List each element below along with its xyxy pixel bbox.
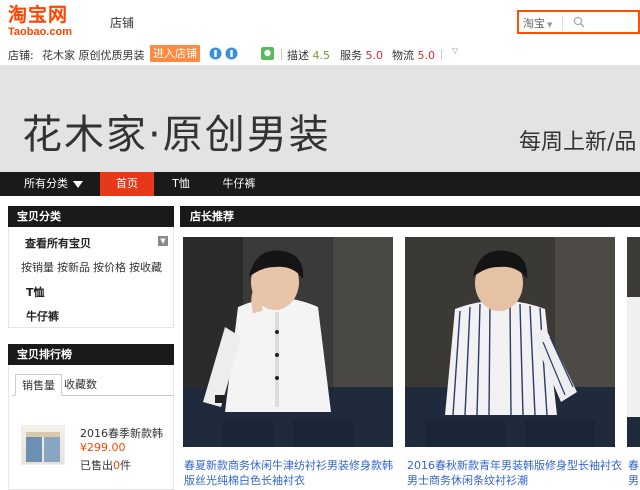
shop-tab[interactable]: 店铺 <box>110 14 134 31</box>
divider <box>281 49 282 60</box>
shop-nav: 所有分类 首页 T恤 牛仔裤 <box>0 172 640 196</box>
sort-by-new[interactable]: 按新品 <box>57 261 90 274</box>
model-shirt-image <box>627 237 640 447</box>
top-bar: 淘宝网 Taobao.com 店铺 淘宝 ▼ <box>0 0 640 42</box>
logo-text: 淘宝网 <box>8 4 69 26</box>
product-title-line1: 春夏新款商务休闲牛津纺衬衫男装修身款韩 <box>184 459 393 472</box>
ranking-item-thumbnail[interactable] <box>21 425 65 465</box>
divider <box>441 49 442 60</box>
desc-score: 4.5 <box>312 49 331 62</box>
sold-suffix: 件 <box>120 459 131 472</box>
caret-down-icon <box>73 180 83 188</box>
product-image[interactable] <box>183 237 393 447</box>
model-white-shirt-image <box>183 237 393 447</box>
banner-subtitle: 每周上新/品 <box>519 130 637 155</box>
product-title-line1: 2016春秋新款青年男装韩版修身型长袖衬衣 <box>407 459 622 472</box>
collapse-icon[interactable]: ▼ <box>158 236 168 246</box>
product-caption[interactable]: 春夏新款商务休闲牛津纺衬衫男装修身款韩 版丝光纯棉白色长袖衬衣 <box>184 458 399 488</box>
product-title-line2: 男 <box>628 474 639 487</box>
logo-domain: Taobao.com <box>8 26 72 38</box>
seller-level-icon[interactable] <box>261 47 274 60</box>
tab-favorites-count[interactable]: 收藏数 <box>58 374 103 396</box>
category-jeans[interactable]: 牛仔裤 <box>26 308 59 324</box>
sort-by-price[interactable]: 按价格 <box>93 261 126 274</box>
category-tshirt[interactable]: T恤 <box>26 284 45 300</box>
service-score-item: 服务 5.0 <box>340 47 383 63</box>
model-striped-shirt-image <box>405 237 615 447</box>
product-title-line2: 男士商务休闲条纹衬衫潮 <box>407 474 528 487</box>
sort-links: 按销量 按新品 按价格 按收藏 <box>21 259 165 275</box>
ranking-item-price: ¥299.00 <box>80 441 126 454</box>
product-image[interactable] <box>405 237 615 447</box>
jeans-thumbnail-image <box>26 432 60 462</box>
chevron-down-icon: ▼ <box>547 21 553 29</box>
shop-label: 店铺: <box>8 49 34 62</box>
search-box: 淘宝 ▼ <box>517 10 640 34</box>
search-scope-select[interactable]: 淘宝 ▼ <box>523 15 563 31</box>
search-icon[interactable] <box>573 16 585 28</box>
logistics-score-item: 物流 5.0 <box>392 47 435 63</box>
consumer-protection-icon[interactable] <box>225 47 238 60</box>
product-image[interactable] <box>627 237 640 447</box>
tab-sales-volume[interactable]: 销售量 <box>15 374 62 396</box>
product-title-line1: 春 <box>628 459 639 472</box>
nav-home[interactable]: 首页 <box>100 172 154 196</box>
enter-shop-button[interactable]: 进入店铺 <box>150 45 200 62</box>
desc-label: 描述 <box>287 49 309 62</box>
product-title-line2: 版丝光纯棉白色长袖衬衣 <box>184 474 305 487</box>
nav-tshirt[interactable]: T恤 <box>158 172 204 196</box>
logistics-label: 物流 <box>392 49 414 62</box>
ranking-item-sold: 已售出0件 <box>80 457 131 473</box>
sort-by-sales[interactable]: 按销量 <box>21 261 54 274</box>
ranking-item-name[interactable]: 2016春季新款韩 <box>80 425 163 441</box>
service-label: 服务 <box>340 49 362 62</box>
sold-count: 0 <box>113 459 120 472</box>
recommended-header: 店长推荐 <box>180 206 640 227</box>
nav-item-label: 所有分类 <box>24 177 68 190</box>
view-all-items-link[interactable]: 查看所有宝贝 <box>25 235 91 251</box>
shop-name-link[interactable]: 花木家 原创优质男装 <box>42 47 145 63</box>
service-score: 5.0 <box>365 49 384 62</box>
shop-info-bar: 店铺: 花木家 原创优质男装 进入店铺 描述 4.5 服务 5.0 物流 5.0… <box>0 42 640 66</box>
nav-all-categories[interactable]: 所有分类 <box>14 172 98 196</box>
product-caption[interactable]: 2016春秋新款青年男装韩版修身型长袖衬衣 男士商务休闲条纹衬衫潮 <box>407 458 622 488</box>
banner-title: 花木家·原创男装 <box>22 112 331 158</box>
taobao-logo[interactable]: 淘宝网 Taobao.com <box>8 5 88 39</box>
search-scope-label: 淘宝 <box>523 17 545 30</box>
credit-badge-icon[interactable] <box>209 47 222 60</box>
sold-prefix: 已售出 <box>80 459 113 472</box>
sort-by-favorites[interactable]: 按收藏 <box>129 261 162 274</box>
ranking-header: 宝贝排行榜 <box>8 344 174 365</box>
shop-banner[interactable]: 花木家·原创男装 每周上新/品 <box>0 66 640 172</box>
desc-score-item: 描述 4.5 <box>287 47 330 63</box>
nav-jeans[interactable]: 牛仔裤 <box>210 172 268 196</box>
chevron-down-icon[interactable]: ▽ <box>452 46 458 55</box>
categories-header: 宝贝分类 <box>8 206 174 227</box>
search-input[interactable] <box>589 14 639 30</box>
product-caption[interactable]: 春 男 <box>628 458 640 488</box>
logistics-score: 5.0 <box>417 49 436 62</box>
